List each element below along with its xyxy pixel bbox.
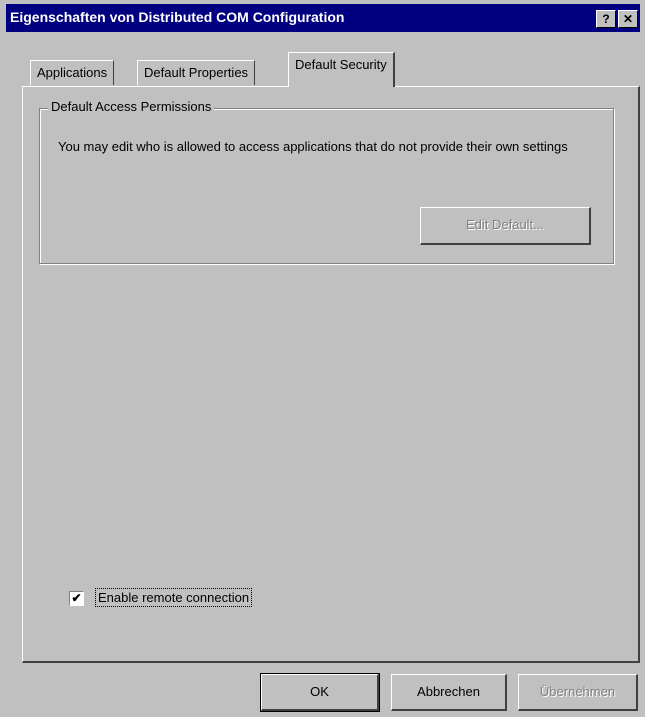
dcom-properties-dialog: Eigenschaften von Distributed COM Config…: [0, 0, 645, 717]
ok-button[interactable]: OK: [260, 673, 380, 712]
help-icon[interactable]: ?: [596, 10, 616, 28]
tab-panel-default-security: Default Access Permissions You may edit …: [22, 86, 640, 663]
default-access-permissions-group: Default Access Permissions You may edit …: [39, 99, 614, 264]
group-legend: Default Access Permissions: [48, 99, 215, 114]
cancel-button[interactable]: Abbrechen: [391, 674, 507, 711]
edit-default-button[interactable]: Edit Default...: [420, 207, 591, 245]
tab-default-security[interactable]: Default Security: [288, 52, 395, 87]
tab-default-properties[interactable]: Default Properties: [137, 60, 256, 85]
tab-applications[interactable]: Applications: [30, 60, 115, 85]
close-icon[interactable]: ✕: [618, 10, 638, 28]
apply-button[interactable]: Übernehmen: [518, 674, 638, 711]
enable-remote-connection-label[interactable]: Enable remote connection: [95, 588, 253, 607]
group-description: You may edit who is allowed to access ap…: [58, 139, 568, 154]
enable-remote-connection-checkbox[interactable]: ✔: [69, 591, 84, 606]
title-bar[interactable]: Eigenschaften von Distributed COM Config…: [6, 4, 640, 32]
window-title: Eigenschaften von Distributed COM Config…: [10, 9, 345, 25]
